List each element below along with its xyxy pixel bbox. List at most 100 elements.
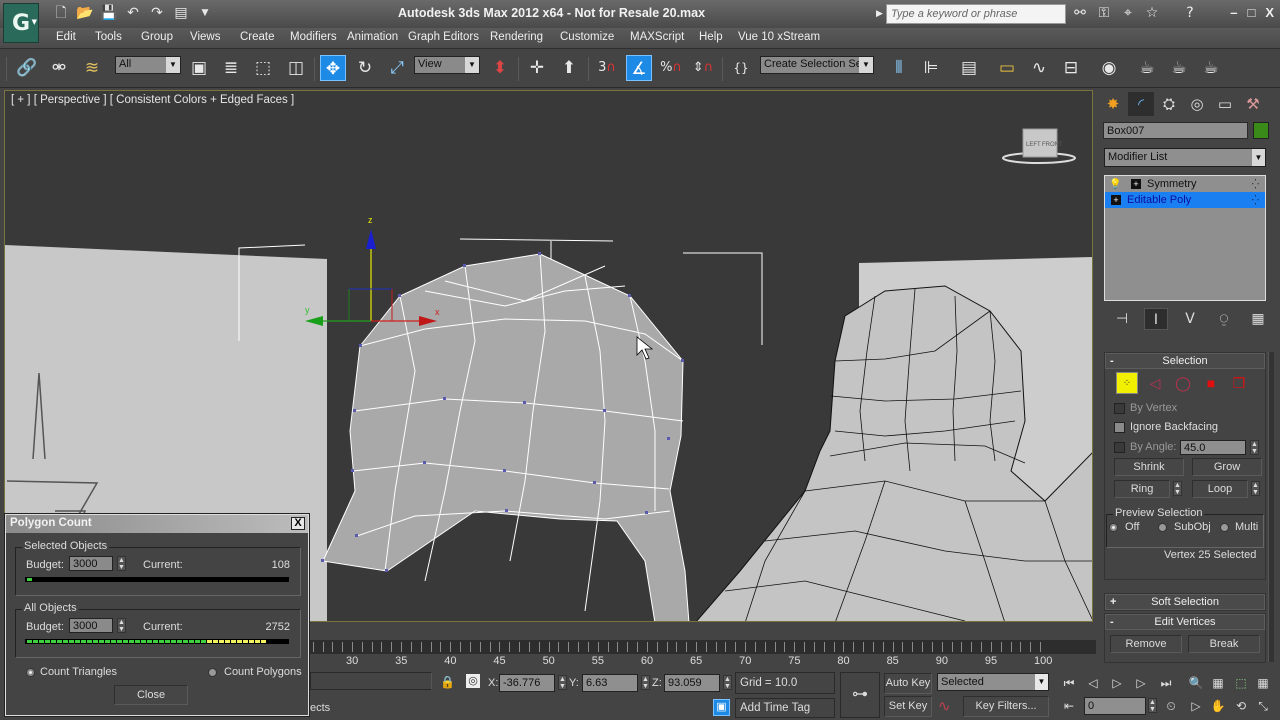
expand-icon[interactable]: + — [1131, 179, 1141, 189]
absolute-mode-transform-icon[interactable]: ◎ — [466, 674, 480, 688]
angle-snap-icon[interactable]: ∡ — [626, 55, 652, 81]
maximize-viewport-icon[interactable]: ⤡ — [1252, 697, 1274, 715]
bind-space-warp-icon[interactable]: ≋ — [79, 55, 105, 81]
ignore-backfacing-checkbox[interactable] — [1114, 422, 1125, 433]
set-key-button[interactable]: Set Key — [884, 696, 932, 717]
maxscript-listener-field[interactable] — [310, 672, 432, 690]
maximize-button[interactable]: □ — [1247, 5, 1255, 20]
ring-button[interactable]: Ring — [1114, 480, 1170, 498]
menu-customize[interactable]: Customize — [560, 31, 614, 43]
scene-explorer-icon[interactable]: ▭ — [994, 55, 1020, 81]
border-mode-icon[interactable]: ◯ — [1172, 372, 1194, 394]
stack-item-symmetry[interactable]: 💡 + Symmetry ⁛ — [1105, 176, 1265, 192]
menu-maxscript[interactable]: MAXScript — [630, 31, 684, 43]
customize-dropdown-icon[interactable]: ▼ — [196, 5, 214, 21]
go-to-start-icon[interactable]: ⏮ — [1058, 674, 1080, 692]
minimize-button[interactable]: – — [1230, 5, 1237, 20]
manipulate-icon[interactable]: ✛ — [524, 55, 550, 81]
key-mode-toggle-icon[interactable]: ⇤ — [1058, 697, 1080, 715]
new-icon[interactable]: 🗋 — [52, 5, 70, 21]
polygon-mode-icon[interactable]: ■ — [1200, 372, 1222, 394]
binoculars-icon[interactable]: ⚯ — [1070, 4, 1090, 22]
selection-rollout-header[interactable]: - Selection — [1105, 353, 1265, 369]
star-icon[interactable]: ☆ — [1142, 4, 1162, 22]
application-button[interactable]: G ▼ — [3, 3, 39, 43]
selected-budget-spinner[interactable]: ▲ ▼ — [117, 556, 126, 571]
z-coordinate-field[interactable]: 93.059 — [664, 674, 720, 692]
edge-mode-icon[interactable]: ◁ — [1144, 372, 1166, 394]
break-button[interactable]: Break — [1188, 635, 1260, 653]
set-keys-button[interactable]: ⊶ — [840, 672, 880, 718]
link-icon[interactable]: 🔗 — [14, 55, 40, 81]
previous-frame-icon[interactable]: ◁ — [1082, 674, 1104, 692]
rectangular-selection-icon[interactable]: ⬚ — [250, 55, 276, 81]
remove-modifier-icon[interactable]: ⍜ — [1212, 308, 1236, 330]
motion-tab-icon[interactable]: ◎ — [1184, 92, 1210, 116]
field-of-view-icon[interactable]: ▷ — [1185, 697, 1207, 715]
remove-button[interactable]: Remove — [1110, 635, 1182, 653]
object-color-swatch[interactable] — [1253, 122, 1269, 139]
make-unique-icon[interactable]: V — [1178, 308, 1202, 330]
selected-budget-field[interactable]: 3000 — [69, 556, 113, 571]
viewcube[interactable]: LEFT FRONT — [1002, 128, 1076, 164]
menu-views[interactable]: Views — [190, 31, 220, 43]
schematic-view-icon[interactable]: ⊟ — [1058, 55, 1084, 81]
dialog-close-icon[interactable]: X — [291, 517, 305, 530]
display-tab-icon[interactable]: ▭ — [1212, 92, 1238, 116]
spinner-snap-icon[interactable]: ⇕∩ — [690, 55, 716, 81]
layer-manager-icon[interactable]: ▤ — [956, 55, 982, 81]
menu-modifiers[interactable]: Modifiers — [290, 31, 337, 43]
menu-edit[interactable]: Edit — [56, 31, 76, 43]
lightbulb-icon[interactable]: 💡 — [1109, 177, 1121, 193]
pan-view-icon[interactable]: ✋ — [1207, 697, 1229, 715]
object-name-field[interactable]: Box007 — [1103, 122, 1248, 139]
material-editor-icon[interactable]: ◉ — [1096, 55, 1122, 81]
y-coordinate-field[interactable]: 6.63 — [582, 674, 638, 692]
show-end-result-icon[interactable]: I — [1144, 308, 1168, 330]
shrink-button[interactable]: Shrink — [1114, 458, 1184, 476]
menu-animation[interactable]: Animation — [347, 31, 398, 43]
zoom-extents-all-icon[interactable]: ▦ — [1252, 674, 1274, 692]
mirror-icon[interactable]: ⫴ — [886, 55, 912, 81]
save-icon[interactable]: 💾 — [100, 5, 118, 21]
modifier-list-dropdown[interactable]: Modifier List ▼ — [1104, 148, 1266, 167]
select-and-scale-icon[interactable]: ⤢ — [384, 55, 410, 81]
all-budget-field[interactable]: 3000 — [69, 618, 113, 633]
render-production-icon[interactable]: ☕ — [1198, 55, 1224, 81]
project-folder-icon[interactable]: ▤ — [172, 5, 190, 21]
percent-snap-icon[interactable]: %∩ — [658, 55, 684, 81]
search-input[interactable]: Type a keyword or phrase — [886, 4, 1066, 24]
named-selection-sets-dropdown[interactable]: Create Selection Sel ▼ — [760, 56, 874, 74]
count-triangles-radio[interactable] — [26, 668, 35, 677]
modify-tab-icon[interactable]: ◜ — [1128, 92, 1154, 116]
window-crossing-icon[interactable]: ◫ — [283, 55, 309, 81]
search-expand-icon[interactable]: ▶ — [876, 8, 883, 19]
rendered-frame-window-icon[interactable]: ☕ — [1166, 55, 1192, 81]
menu-group[interactable]: Group — [141, 31, 173, 43]
add-time-tag-button[interactable]: Add Time Tag — [735, 698, 835, 718]
orbit-icon[interactable]: ⟲ — [1230, 697, 1252, 715]
menu-tools[interactable]: Tools — [95, 31, 122, 43]
menu-rendering[interactable]: Rendering — [490, 31, 543, 43]
curve-editor-icon[interactable]: ∿ — [1026, 55, 1052, 81]
auto-key-button[interactable]: Auto Key — [884, 673, 932, 694]
reference-coordinate-dropdown[interactable]: View ▼ — [414, 56, 480, 74]
x-spinner[interactable]: ▲ ▼ — [558, 675, 567, 690]
count-polygons-radio[interactable] — [208, 668, 217, 677]
soft-selection-header[interactable]: + Soft Selection — [1105, 594, 1265, 610]
default-tangents-icon[interactable]: ∿ — [938, 697, 951, 715]
expand-icon[interactable]: + — [1111, 195, 1121, 205]
unlink-icon[interactable]: ⚮ — [46, 55, 72, 81]
adaptive-degradation-icon[interactable]: ▣ — [713, 699, 730, 716]
viewport-label-menu[interactable]: [ + ] [ Perspective ] [ Consistent Color… — [11, 94, 294, 106]
time-configuration-icon[interactable]: ⏲ — [1160, 697, 1182, 715]
selection-filter-dropdown[interactable]: All ▼ — [115, 56, 181, 74]
vertex-mode-icon[interactable]: ⁘ — [1116, 372, 1138, 394]
keyboard-shortcut-override-icon[interactable]: ⬆ — [556, 55, 582, 81]
play-icon[interactable]: ▷ — [1106, 674, 1128, 692]
preview-multi-radio[interactable] — [1220, 523, 1229, 532]
next-frame-icon[interactable]: ▷ — [1130, 674, 1152, 692]
configure-modifier-sets-icon[interactable]: ▦ — [1246, 308, 1270, 330]
edit-named-selection-icon[interactable]: {} — [728, 55, 754, 81]
zoom-all-icon[interactable]: ▦ — [1207, 674, 1229, 692]
